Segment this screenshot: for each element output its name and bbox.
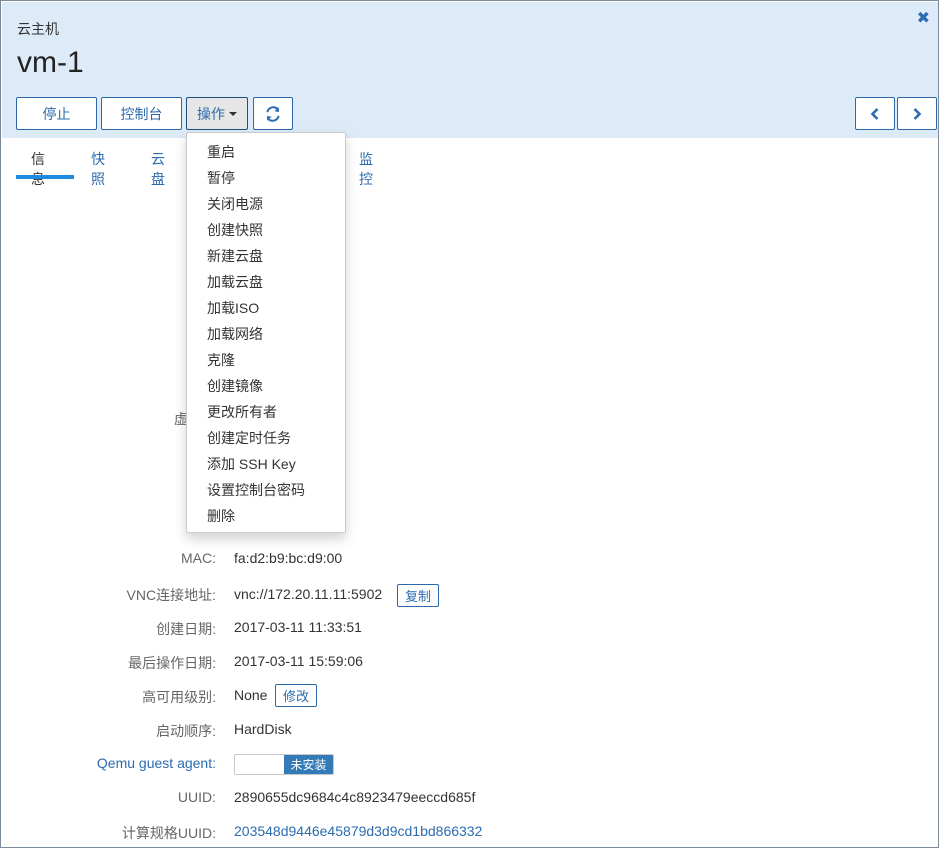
console-button[interactable]: 控制台	[101, 97, 182, 130]
tab-monitor[interactable]: 监控	[359, 149, 373, 187]
active-tab-indicator	[16, 175, 74, 179]
menu-item-create-snapshot[interactable]: 创建快照	[187, 217, 345, 243]
menu-item-change-owner[interactable]: 更改所有者	[187, 399, 345, 425]
last-op-label: 最后操作日期:	[128, 655, 216, 671]
actions-button-label: 操作	[197, 105, 225, 122]
menu-item-add-ssh-key[interactable]: 添加 SSH Key	[187, 451, 345, 477]
chevron-right-icon	[913, 107, 922, 120]
panel-header: 云主机 vm-1 ✖ 停止 控制台 操作	[2, 2, 938, 138]
spec-uuid-link[interactable]: 203548d9446e45879d3d9cd1bd866332	[234, 823, 482, 839]
caret-down-icon	[229, 111, 237, 116]
uuid-value: 2890655dc9684c4c8923479eeccd685f	[234, 789, 476, 805]
menu-item-new-volume[interactable]: 新建云盘	[187, 243, 345, 269]
menu-item-clone[interactable]: 克隆	[187, 347, 345, 373]
spec-uuid-label: 计算规格UUID:	[121, 825, 216, 841]
boot-label: 启动顺序:	[156, 723, 216, 739]
vnc-label: VNC连接地址:	[126, 587, 216, 603]
menu-item-attach-iso[interactable]: 加载ISO	[187, 295, 345, 321]
edit-ha-button[interactable]: 修改	[275, 684, 318, 707]
refresh-button[interactable]	[253, 97, 293, 130]
boot-value: HardDisk	[234, 721, 292, 737]
page-title: vm-1	[17, 46, 84, 79]
next-button[interactable]	[897, 97, 937, 130]
chevron-left-icon	[870, 107, 879, 120]
tab-snapshots[interactable]: 快照	[91, 149, 105, 187]
stop-button[interactable]: 停止	[16, 97, 97, 130]
created-value: 2017-03-11 11:33:51	[234, 619, 362, 635]
menu-item-attach-network[interactable]: 加载网络	[187, 321, 345, 347]
menu-item-power-off[interactable]: 关闭电源	[187, 191, 345, 217]
vnc-value: vnc://172.20.11.11:5902	[234, 586, 383, 602]
menu-item-pause[interactable]: 暂停	[187, 165, 345, 191]
menu-item-create-image[interactable]: 创建镜像	[187, 373, 345, 399]
mac-label: MAC:	[181, 550, 216, 566]
actions-dropdown-button[interactable]: 操作	[186, 97, 248, 130]
guest-agent-toggle[interactable]: 未安装	[234, 754, 334, 775]
menu-item-console-password[interactable]: 设置控制台密码	[187, 477, 345, 503]
refresh-icon	[266, 105, 280, 122]
console-button-label: 控制台	[120, 105, 163, 122]
uuid-label: UUID:	[177, 789, 216, 805]
ha-label: 高可用级别:	[142, 689, 216, 705]
guest-agent-status: 未安装	[284, 755, 333, 774]
menu-item-scheduled-task[interactable]: 创建定时任务	[187, 425, 345, 451]
guest-agent-label[interactable]: Qemu guest agent:	[97, 755, 216, 771]
tab-volumes[interactable]: 云盘	[151, 149, 165, 187]
menu-item-attach-volume[interactable]: 加载云盘	[187, 269, 345, 295]
last-op-value: 2017-03-11 15:59:06	[234, 653, 363, 669]
close-icon[interactable]: ✖	[917, 11, 930, 27]
created-label: 创建日期:	[156, 621, 216, 637]
prev-button[interactable]	[855, 97, 895, 130]
actions-menu: 重启 暂停 关闭电源 创建快照 新建云盘 加载云盘 加载ISO 加载网络 克隆 …	[186, 132, 346, 533]
menu-item-delete[interactable]: 删除	[187, 503, 345, 529]
stop-button-label: 停止	[42, 105, 71, 122]
mac-value: fa:d2:b9:bc:d9:00	[234, 550, 343, 566]
vm-detail-panel: 云主机 vm-1 ✖ 停止 控制台 操作 信息 快照 云盘 监控 MAC: fa…	[0, 0, 939, 848]
menu-item-reboot[interactable]: 重启	[187, 139, 345, 165]
resource-kind: 云主机	[17, 21, 59, 37]
ha-value: None	[234, 687, 268, 703]
copy-vnc-button[interactable]: 复制	[397, 584, 440, 607]
